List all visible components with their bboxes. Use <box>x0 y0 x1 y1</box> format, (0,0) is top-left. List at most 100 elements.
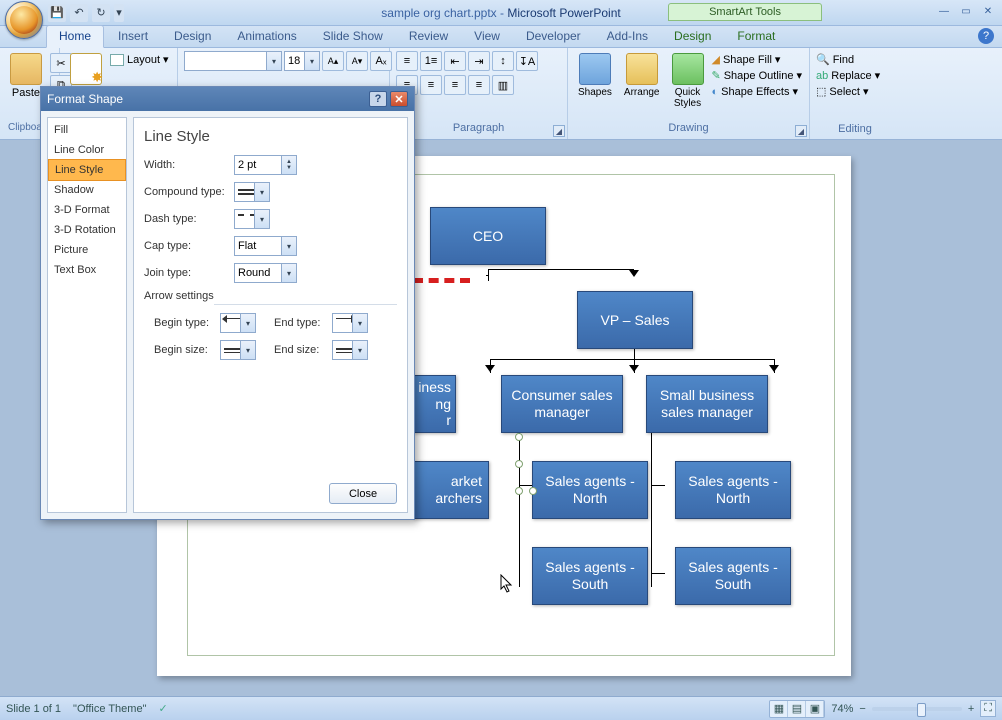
dialog-close-x-button[interactable]: ✕ <box>390 91 408 107</box>
org-node-business-mgr[interactable]: inessngr <box>413 375 456 433</box>
tab-animations[interactable]: Animations <box>225 26 308 47</box>
office-button[interactable] <box>5 1 43 39</box>
font-size-combo[interactable]: 18▾ <box>284 51 320 71</box>
dialog-close-button[interactable]: Close <box>329 483 397 504</box>
find-icon: 🔍 <box>816 53 830 66</box>
clear-format-icon[interactable]: Aₓ <box>370 51 392 71</box>
begin-size-combo[interactable]: ▾ <box>220 340 256 360</box>
nav-3d-rotation[interactable]: 3-D Rotation <box>48 220 126 240</box>
end-type-combo[interactable]: ▾ <box>332 313 368 333</box>
minimize-button[interactable]: — <box>936 4 952 18</box>
new-slide-button[interactable]: ✸ <box>66 51 106 87</box>
drawing-launcher[interactable]: ◢ <box>795 125 807 137</box>
nav-picture[interactable]: Picture <box>48 240 126 260</box>
selection-handle[interactable] <box>515 460 523 468</box>
zoom-in-icon[interactable]: + <box>968 703 974 715</box>
decrease-indent-icon[interactable]: ⇤ <box>444 51 466 71</box>
dash-label: Dash type: <box>144 213 228 225</box>
tab-view[interactable]: View <box>462 26 512 47</box>
compound-combo[interactable]: ▾ <box>234 182 270 202</box>
tab-slideshow[interactable]: Slide Show <box>311 26 395 47</box>
text-direction-icon[interactable]: ↧A <box>516 51 538 71</box>
cap-combo[interactable]: Flat▾ <box>234 236 297 256</box>
nav-shadow[interactable]: Shadow <box>48 180 126 200</box>
maximize-button[interactable]: ▭ <box>958 4 974 18</box>
line-spacing-icon[interactable]: ↕ <box>492 51 514 71</box>
tab-design[interactable]: Design <box>162 26 223 47</box>
org-node-agents-south-1[interactable]: Sales agents - South <box>532 547 648 605</box>
qat-dropdown-icon[interactable]: ▾ <box>114 4 124 22</box>
shapes-button[interactable]: Shapes <box>574 51 616 100</box>
join-combo[interactable]: Round▾ <box>234 263 297 283</box>
close-window-button[interactable]: ✕ <box>980 4 996 18</box>
width-spinner[interactable]: 2 pt ▲▼ <box>234 155 297 175</box>
org-node-market-researchers[interactable]: arketarchers <box>413 461 489 519</box>
tab-addins[interactable]: Add-Ins <box>595 26 660 47</box>
bullets-icon[interactable]: ≡ <box>396 51 418 71</box>
paste-label: Paste <box>12 87 40 99</box>
spellcheck-icon[interactable]: ✓ <box>158 702 167 715</box>
tab-smartart-design[interactable]: Design <box>662 26 723 47</box>
save-icon[interactable]: 💾 <box>48 4 66 22</box>
select-button[interactable]: ⬚Select ▾ <box>816 85 869 98</box>
org-node-agents-south-2[interactable]: Sales agents - South <box>675 547 791 605</box>
selection-handle[interactable] <box>515 433 523 441</box>
tab-home[interactable]: Home <box>46 25 104 48</box>
undo-icon[interactable]: ↶ <box>70 4 88 22</box>
slideshow-view-icon[interactable]: ▣ <box>806 701 824 717</box>
arrange-button[interactable]: Arrange <box>620 51 664 100</box>
nav-line-style[interactable]: Line Style <box>48 159 126 181</box>
redo-icon[interactable]: ↻ <box>92 4 110 22</box>
shape-effects-button[interactable]: ◐Shape Effects ▾ <box>712 85 802 98</box>
justify-icon[interactable]: ≡ <box>468 75 490 95</box>
fit-window-icon[interactable]: ⛶ <box>980 700 996 717</box>
align-right-icon[interactable]: ≡ <box>444 75 466 95</box>
font-family-combo[interactable]: ▾ <box>184 51 282 71</box>
ribbon-tabs: Home Insert Design Animations Slide Show… <box>0 26 1002 48</box>
selection-handle[interactable] <box>515 487 523 495</box>
org-node-agents-north-2[interactable]: Sales agents - North <box>675 461 791 519</box>
shrink-font-icon[interactable]: A▾ <box>346 51 368 71</box>
tab-developer[interactable]: Developer <box>514 26 593 47</box>
replace-button[interactable]: abReplace ▾ <box>816 69 880 82</box>
org-node-consumer-mgr[interactable]: Consumer sales manager <box>501 375 623 433</box>
shape-fill-button[interactable]: ◢Shape Fill ▾ <box>712 53 802 66</box>
end-size-combo[interactable]: ▾ <box>332 340 368 360</box>
columns-icon[interactable]: ▥ <box>492 75 514 95</box>
tab-insert[interactable]: Insert <box>106 26 160 47</box>
tab-smartart-format[interactable]: Format <box>725 26 787 47</box>
find-button[interactable]: 🔍Find <box>816 53 854 66</box>
normal-view-icon[interactable]: ▦ <box>770 701 788 717</box>
view-buttons: ▦ ▤ ▣ <box>769 700 825 718</box>
tab-review[interactable]: Review <box>397 26 460 47</box>
org-node-agents-north-1[interactable]: Sales agents - North <box>532 461 648 519</box>
paragraph-launcher[interactable]: ◢ <box>553 125 565 137</box>
numbering-icon[interactable]: 1≡ <box>420 51 442 71</box>
zoom-slider[interactable] <box>872 707 962 711</box>
shape-outline-button[interactable]: ✎Shape Outline ▾ <box>712 69 802 82</box>
dialog-help-button[interactable]: ? <box>369 91 387 107</box>
org-node-smallbiz-mgr[interactable]: Small business sales manager <box>646 375 768 433</box>
increase-indent-icon[interactable]: ⇥ <box>468 51 490 71</box>
nav-line-color[interactable]: Line Color <box>48 140 126 160</box>
sorter-view-icon[interactable]: ▤ <box>788 701 806 717</box>
align-center-icon[interactable]: ≡ <box>420 75 442 95</box>
arrowhead-icon <box>485 365 495 372</box>
selection-handle[interactable] <box>529 487 537 495</box>
connector <box>651 427 652 587</box>
dash-combo[interactable]: ▾ <box>234 209 270 229</box>
nav-text-box[interactable]: Text Box <box>48 260 126 280</box>
org-node-ceo[interactable]: CEO <box>430 207 546 265</box>
nav-3d-format[interactable]: 3-D Format <box>48 200 126 220</box>
dialog-titlebar[interactable]: Format Shape ? ✕ <box>41 87 414 111</box>
quick-styles-button[interactable]: Quick Styles <box>668 51 708 111</box>
zoom-out-icon[interactable]: − <box>859 703 865 715</box>
help-icon[interactable]: ? <box>978 28 994 44</box>
org-node-vp-sales[interactable]: VP – Sales <box>577 291 693 349</box>
nav-fill[interactable]: Fill <box>48 120 126 140</box>
connector <box>519 485 533 486</box>
grow-font-icon[interactable]: A▴ <box>322 51 344 71</box>
group-label-editing: Editing <box>816 122 894 137</box>
begin-type-combo[interactable]: ▾ <box>220 313 256 333</box>
layout-button[interactable]: Layout ▾ <box>110 53 169 66</box>
